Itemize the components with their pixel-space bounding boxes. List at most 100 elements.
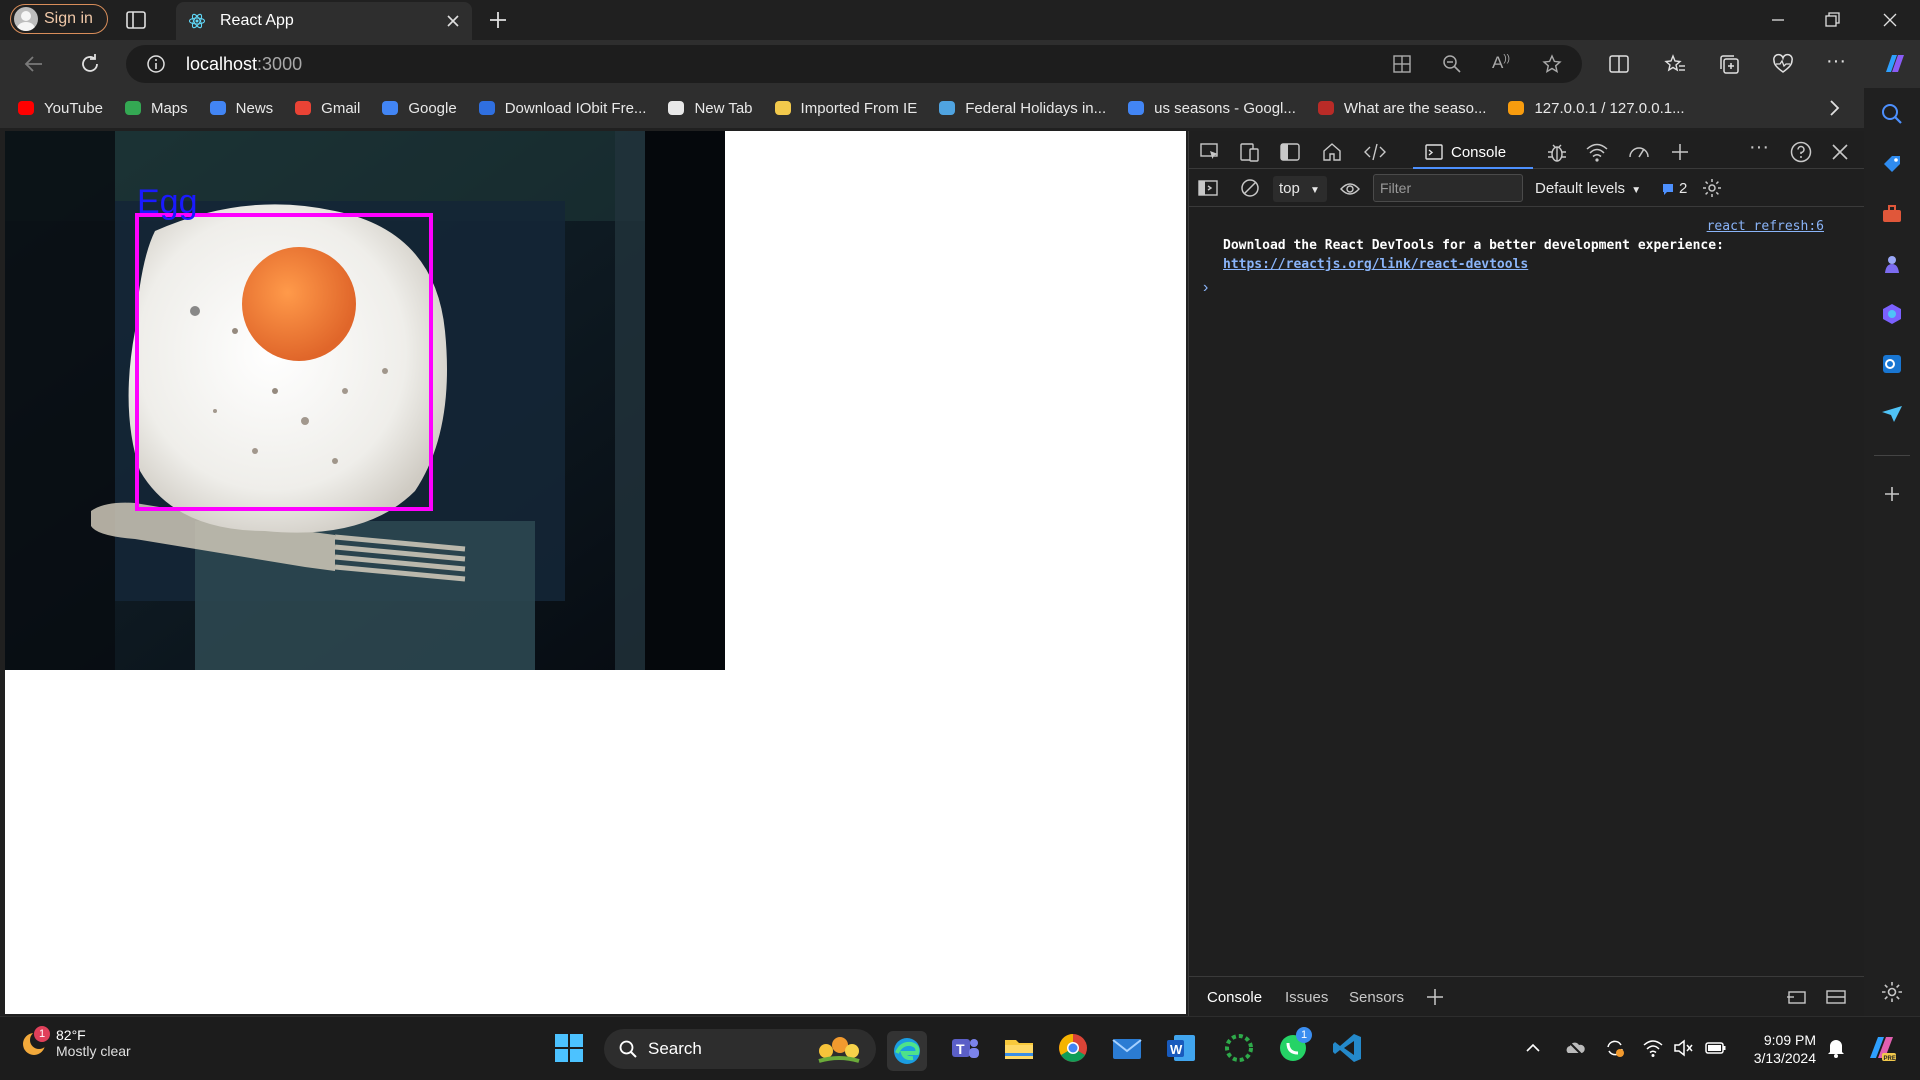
sidebar-search-icon[interactable] (1880, 102, 1904, 126)
copilot-icon[interactable] (1880, 50, 1908, 78)
sidebar-drop-icon[interactable] (1880, 402, 1904, 426)
console-settings-gear-icon[interactable] (1701, 177, 1723, 199)
tab-console[interactable]: Console (1413, 137, 1533, 169)
start-windows-icon[interactable] (554, 1033, 588, 1067)
welcome-home-icon[interactable] (1321, 141, 1343, 163)
taskbar-loading-app-icon[interactable] (1222, 1031, 1256, 1065)
favorites-icon[interactable] (1664, 53, 1686, 75)
drawer-tab-issues[interactable]: Issues (1285, 989, 1328, 1006)
back-icon[interactable] (22, 52, 46, 76)
issues-counter[interactable]: 2 (1661, 180, 1687, 197)
sidebar-shopping-icon[interactable] (1880, 152, 1904, 176)
bookmark-item[interactable]: Download IObit Fre... (477, 98, 647, 118)
browser-essentials-icon[interactable] (1772, 53, 1794, 75)
refresh-icon[interactable] (78, 52, 102, 76)
taskbar-file-explorer-icon[interactable] (1002, 1031, 1036, 1065)
taskbar-whatsapp-icon[interactable]: 1 (1276, 1027, 1312, 1065)
inspect-element-icon[interactable] (1199, 141, 1221, 163)
more-tools-plus-icon[interactable] (1669, 141, 1691, 163)
taskbar-clock[interactable]: 9:09 PM 3/13/2024 (1738, 1031, 1816, 1067)
sidebar-outlook-icon[interactable] (1880, 352, 1904, 376)
taskbar-chrome-icon[interactable] (1056, 1031, 1090, 1065)
taskbar-mail-icon[interactable] (1110, 1031, 1144, 1065)
weather-widget[interactable]: 1 82°F Mostly clear (20, 1026, 131, 1059)
react-devtools-link[interactable]: https://reactjs.org/link/react-devtools (1223, 257, 1528, 272)
context-select[interactable]: top ▼ (1273, 176, 1327, 202)
taskbar-search[interactable]: Search (604, 1029, 876, 1069)
taskbar-vscode-icon[interactable] (1330, 1031, 1364, 1065)
bookmark-item[interactable]: Federal Holidays in... (937, 98, 1106, 118)
drawer-tab-console[interactable]: Console (1198, 989, 1271, 1019)
gmail-icon (293, 98, 313, 118)
bookmark-item[interactable]: New Tab (666, 98, 753, 118)
bookmark-item[interactable]: YouTube (16, 98, 103, 118)
help-icon[interactable] (1789, 140, 1813, 164)
taskbar-teams-icon[interactable]: T (948, 1031, 982, 1065)
more-options-icon[interactable]: ··· (1826, 50, 1846, 73)
url-host: localhost (186, 54, 258, 74)
zoom-out-icon[interactable] (1442, 54, 1462, 74)
address-bar[interactable]: localhost:3000 A)) (126, 45, 1582, 83)
sidebar-settings-icon[interactable] (1880, 980, 1904, 1004)
add-drawer-tab-icon[interactable] (1425, 987, 1445, 1007)
sidebar-toggle-icon[interactable] (1197, 177, 1219, 199)
close-drawer-icon[interactable] (1825, 987, 1847, 1007)
bookmark-item[interactable]: Gmail (293, 98, 360, 118)
tab-actions-icon[interactable] (124, 8, 152, 32)
sidebar-tools-icon[interactable] (1880, 202, 1904, 226)
bookmark-item[interactable]: us seasons - Googl... (1126, 98, 1296, 118)
wifi-icon[interactable] (1642, 1037, 1664, 1059)
sidebar-add-icon[interactable] (1880, 482, 1904, 506)
volume-muted-icon[interactable] (1672, 1037, 1694, 1059)
battery-charging-icon[interactable] (1704, 1037, 1728, 1059)
bookmark-item[interactable]: What are the seaso... (1316, 98, 1486, 118)
split-screen-icon[interactable] (1608, 53, 1630, 75)
sign-in-button[interactable]: Sign in (10, 4, 108, 34)
close-devtools-icon[interactable] (1829, 141, 1851, 163)
bookmark-item[interactable]: 127.0.0.1 / 127.0.0.1... (1506, 98, 1685, 118)
performance-icon[interactable] (1627, 141, 1651, 163)
device-emulation-icon[interactable] (1239, 141, 1261, 163)
new-tab-icon[interactable] (486, 8, 510, 32)
bookmarks-overflow-icon[interactable] (1822, 96, 1846, 120)
browser-tab[interactable]: React App (176, 2, 472, 40)
url-text[interactable]: localhost:3000 (186, 54, 302, 75)
sidebar-games-icon[interactable] (1880, 252, 1904, 276)
devtools-more-icon[interactable]: ··· (1749, 136, 1769, 159)
sources-bug-icon[interactable] (1545, 140, 1569, 164)
app-available-icon[interactable] (1392, 54, 1412, 74)
close-window-icon[interactable] (1876, 6, 1904, 34)
bookmark-item[interactable]: Google (380, 98, 457, 118)
dock-drawer-icon[interactable] (1785, 987, 1807, 1007)
clear-console-icon[interactable] (1239, 177, 1261, 199)
taskbar-word-icon[interactable]: W (1164, 1031, 1198, 1065)
taskbar-edge-icon[interactable] (887, 1031, 927, 1071)
filter-input[interactable] (1373, 174, 1523, 202)
close-tab-icon[interactable] (446, 14, 460, 28)
favorite-star-icon[interactable] (1542, 54, 1562, 74)
bookmark-item[interactable]: Maps (123, 98, 188, 118)
copilot-taskbar-icon[interactable]: PRE (1864, 1031, 1898, 1065)
show-hidden-icons-chevron-icon[interactable] (1524, 1039, 1542, 1057)
log-levels-dropdown[interactable]: Default levels ▼ (1535, 180, 1641, 197)
bookmark-label: Download IObit Fre... (504, 99, 647, 117)
read-aloud-icon[interactable]: A)) (1492, 53, 1510, 73)
onedrive-icon[interactable] (1564, 1037, 1586, 1059)
minimize-icon[interactable] (1764, 6, 1792, 34)
dock-side-icon[interactable] (1279, 141, 1301, 163)
site-info-icon[interactable] (146, 54, 166, 74)
restore-icon[interactable] (1818, 6, 1846, 34)
weather-badge: 1 (34, 1026, 50, 1042)
notifications-bell-icon[interactable] (1826, 1037, 1846, 1059)
collections-icon[interactable] (1718, 53, 1740, 75)
sidebar-office-icon[interactable] (1880, 302, 1904, 326)
bookmark-item[interactable]: News (208, 98, 273, 118)
drawer-tab-sensors[interactable]: Sensors (1349, 989, 1404, 1006)
console-prompt-icon[interactable]: › (1203, 279, 1208, 297)
network-wifi-icon[interactable] (1585, 141, 1609, 163)
sync-update-icon[interactable] (1604, 1037, 1626, 1059)
live-expression-eye-icon[interactable] (1339, 178, 1361, 200)
bookmark-item[interactable]: Imported From IE (773, 98, 917, 118)
elements-code-icon[interactable] (1363, 141, 1387, 163)
devtools-drawer-tabs: Console Issues Sensors (1189, 976, 1865, 1019)
